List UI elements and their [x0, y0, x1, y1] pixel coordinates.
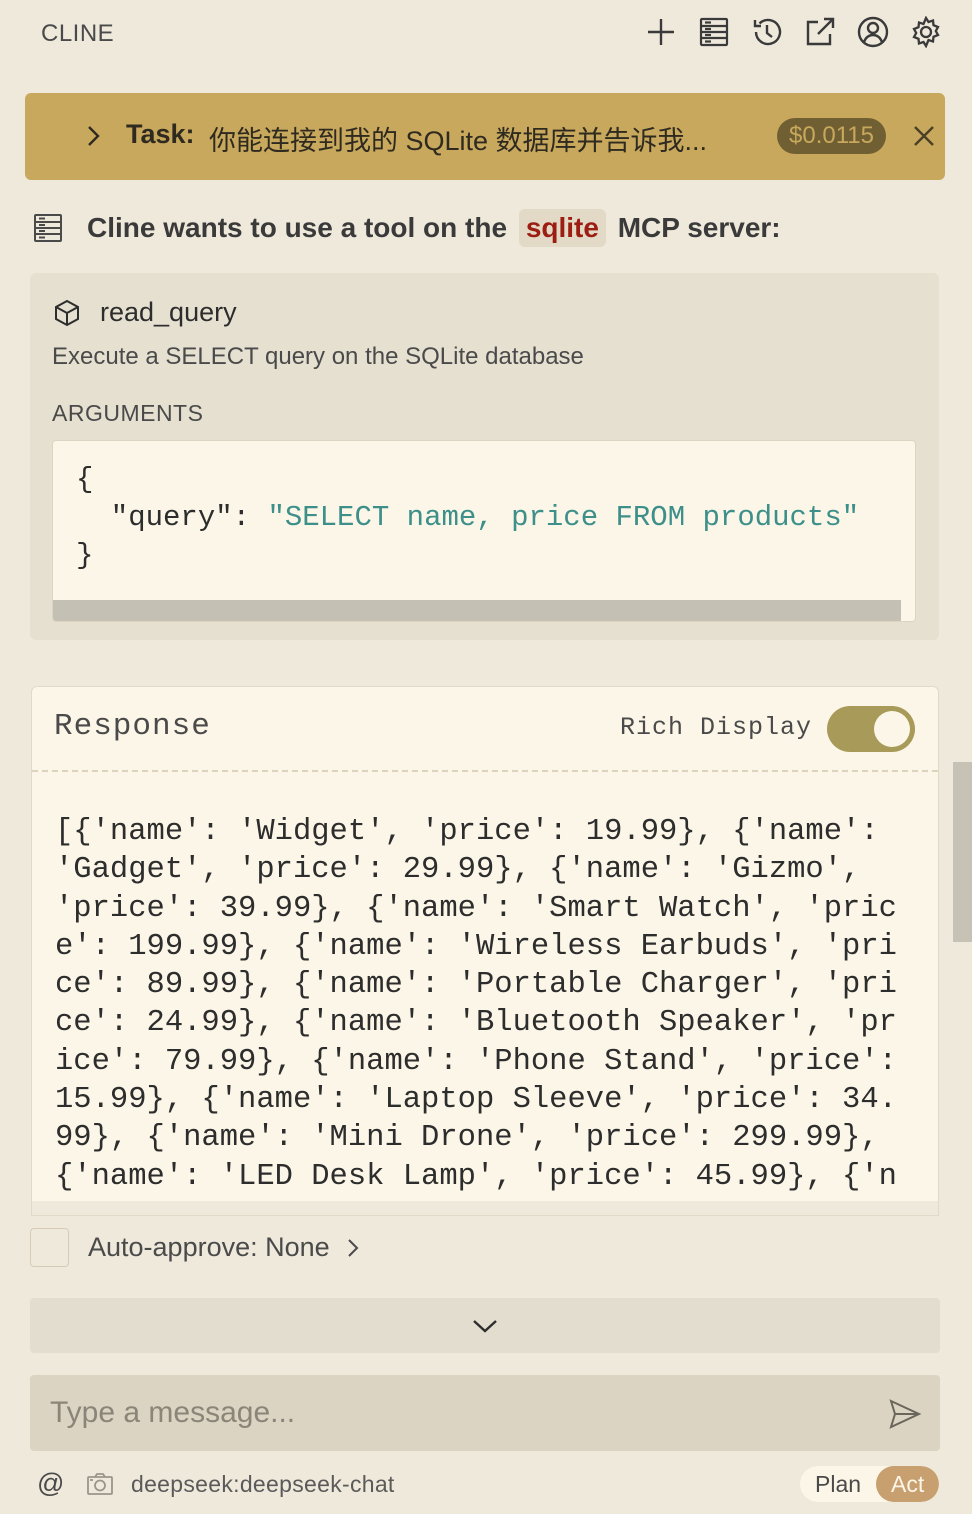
- arg-key: "query":: [76, 501, 268, 534]
- cost-badge: $0.0115: [777, 118, 886, 154]
- response-body: [{'name': 'Widget', 'price': 19.99}, {'n…: [55, 815, 916, 1194]
- auto-approve-label[interactable]: Auto-approve: None: [88, 1232, 330, 1263]
- chevron-right-icon[interactable]: [83, 119, 105, 153]
- header: CLINE: [0, 0, 972, 68]
- tool-card: read_query Execute a SELECT query on the…: [30, 273, 939, 640]
- mode-plan[interactable]: Plan: [800, 1466, 876, 1502]
- send-icon[interactable]: [888, 1397, 922, 1431]
- response-title: Response: [54, 709, 211, 744]
- arg-open: {: [76, 463, 94, 496]
- server-icon: [34, 214, 62, 242]
- tool-name: read_query: [52, 297, 237, 328]
- header-toolbar: [643, 12, 944, 52]
- history-icon[interactable]: [749, 12, 785, 52]
- tool-name-label: read_query: [100, 297, 237, 327]
- tool-description: Execute a SELECT query on the SQLite dat…: [52, 343, 584, 370]
- tool-use-prefix: Cline wants to use a tool on the: [87, 212, 508, 243]
- tool-use-suffix: MCP server:: [617, 212, 781, 243]
- tool-use-heading: Cline wants to use a tool on the sqlite …: [33, 208, 781, 248]
- toggle-knob: [874, 711, 910, 747]
- task-label: Task:: [126, 119, 195, 149]
- rich-display-label: Rich Display: [620, 713, 813, 742]
- arguments-label: ARGUMENTS: [52, 400, 204, 426]
- response-header: Response Rich Display: [32, 687, 938, 772]
- rich-display-toggle[interactable]: [827, 706, 915, 752]
- arg-close: }: [76, 539, 94, 572]
- popout-icon[interactable]: [802, 12, 838, 52]
- chevron-right-icon[interactable]: [344, 1234, 362, 1262]
- app-title: CLINE: [41, 20, 115, 47]
- server-icon[interactable]: [696, 12, 732, 52]
- message-input[interactable]: [50, 1391, 870, 1435]
- response-panel: Response Rich Display [{'name': 'Widget'…: [31, 686, 939, 1216]
- task-banner[interactable]: Task: 你能连接到我的 SQLite 数据库并告诉我... $0.0115: [25, 93, 945, 180]
- expand-button[interactable]: [30, 1298, 940, 1353]
- mode-switch[interactable]: Plan Act: [800, 1466, 940, 1502]
- arguments-code-block: { "query": "SELECT name, price FROM prod…: [52, 440, 916, 622]
- horizontal-scrollbar[interactable]: [53, 600, 901, 621]
- gear-icon[interactable]: [908, 12, 944, 52]
- task-text: 你能连接到我的 SQLite 数据库并告诉我...: [209, 126, 708, 156]
- plus-icon[interactable]: [643, 12, 679, 52]
- camera-icon[interactable]: [86, 1471, 114, 1497]
- tool-use-text: Cline wants to use a tool on the sqlite …: [87, 209, 781, 247]
- auto-approve-checkbox[interactable]: [30, 1228, 69, 1267]
- arg-value: "SELECT name, price FROM products": [267, 501, 860, 534]
- footer: @ deepseek:deepseek-chat Plan Act: [0, 1460, 972, 1514]
- cube-icon: [55, 299, 79, 326]
- auto-approve-row[interactable]: Auto-approve: None: [30, 1228, 362, 1267]
- response-clip: [32, 1201, 938, 1215]
- close-icon[interactable]: [909, 121, 939, 151]
- arguments-code: { "query": "SELECT name, price FROM prod…: [76, 461, 859, 575]
- account-icon[interactable]: [855, 12, 891, 52]
- chevron-down-icon[interactable]: [470, 1312, 500, 1340]
- mode-act[interactable]: Act: [876, 1466, 940, 1502]
- vertical-scrollbar[interactable]: [953, 762, 972, 942]
- mention-button[interactable]: @: [37, 1468, 64, 1499]
- model-selector[interactable]: deepseek:deepseek-chat: [131, 1471, 395, 1498]
- server-name-pill: sqlite: [518, 209, 606, 247]
- message-input-area: [30, 1375, 940, 1451]
